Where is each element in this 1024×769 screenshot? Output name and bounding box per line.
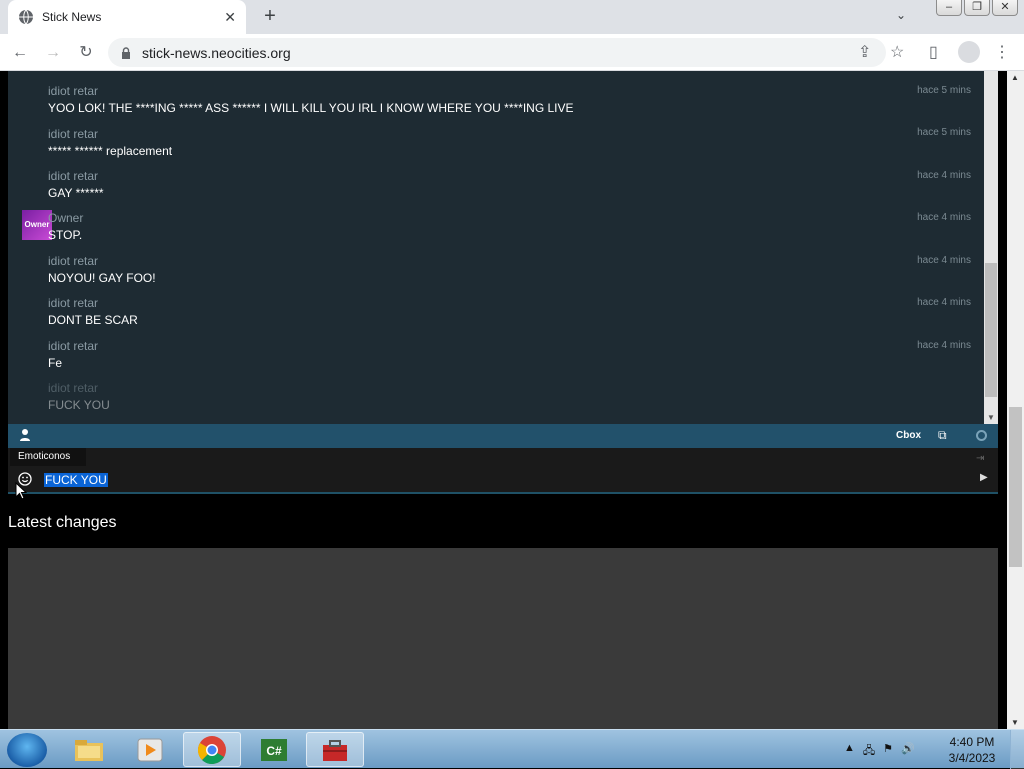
latest-changes-panel: [8, 548, 998, 729]
chat-message: Owner STOP.: [48, 211, 83, 242]
forward-arrow-icon[interactable]: →: [41, 41, 65, 65]
message-text: GAY ******: [48, 186, 104, 200]
browser-toolbar: ← → ↻ stick-news.neocities.org ⇪ ☆ ▯ ⋮: [0, 34, 1024, 71]
message-text: ***** ****** replacement: [48, 144, 173, 158]
window-controls: – ❐ ✕: [936, 0, 1018, 16]
message-time: hace 4 mins: [917, 170, 971, 181]
message-user: idiot retar: [48, 254, 99, 268]
chat-messages-panel[interactable]: idiot retar YOO LOK! THE ****ING ***** A…: [8, 71, 998, 424]
message-time: hace 4 mins: [917, 340, 971, 351]
message-user: idiot retar: [48, 339, 99, 353]
restore-button[interactable]: ❐: [964, 0, 990, 16]
reload-icon[interactable]: ↻: [74, 41, 98, 65]
chrome-taskbar-icon[interactable]: [183, 732, 241, 767]
page-scrollbar[interactable]: ▲ ▼: [1007, 71, 1024, 729]
url-text: stick-news.neocities.org: [142, 44, 291, 61]
popout-icon[interactable]: ⧉: [938, 428, 947, 443]
message-text: YOO LOK! THE ****ING ***** ASS ****** I …: [48, 101, 574, 115]
tab-close-icon[interactable]: ✕: [224, 9, 236, 26]
close-window-button[interactable]: ✕: [992, 0, 1018, 16]
windows-taskbar: C# ▲ 🖧 ⚑ 🔊 4:40 PM 3/4/2023: [0, 729, 1024, 769]
chat-scrollbar[interactable]: ▼: [984, 71, 998, 424]
message-time: hace 4 mins: [917, 255, 971, 266]
chat-message: idiot retar Fe: [48, 339, 98, 370]
new-tab-button[interactable]: +: [258, 5, 282, 29]
menu-dots-icon[interactable]: ⋮: [994, 42, 1010, 62]
chat-scroll-thumb[interactable]: [985, 263, 997, 397]
chat-message: idiot retar YOO LOK! THE ****ING ***** A…: [48, 84, 574, 115]
message-input[interactable]: FUCK YOU: [44, 473, 108, 487]
tray-expand-icon[interactable]: ▲: [844, 742, 855, 761]
network-icon[interactable]: 🖧: [863, 742, 875, 761]
globe-icon: [19, 9, 33, 25]
chat-message: idiot retar GAY ******: [48, 169, 104, 200]
scroll-down-arrow-icon[interactable]: ▼: [987, 413, 995, 422]
browser-tab[interactable]: Stick News ✕: [8, 0, 246, 34]
message-text: STOP.: [48, 228, 83, 242]
tab-title: Stick News: [42, 10, 102, 24]
browser-titlebar: Stick News ✕ + ⌄ – ❐ ✕: [0, 0, 1024, 34]
tab-search-chevron-icon[interactable]: ⌄: [896, 8, 906, 22]
back-arrow-icon[interactable]: ←: [8, 41, 32, 65]
send-arrow-icon[interactable]: ▶: [980, 472, 988, 483]
chat-message-pending: idiot retar FUCK YOU: [48, 381, 110, 412]
message-text: DONT BE SCAR: [48, 313, 138, 327]
message-user: idiot retar: [48, 84, 99, 98]
user-icon[interactable]: [20, 429, 30, 441]
mouse-cursor-icon: [15, 482, 27, 500]
message-time: hace 4 mins: [917, 297, 971, 308]
scroll-up-arrow-icon[interactable]: ▲: [1011, 73, 1019, 82]
volume-icon[interactable]: 🔊: [901, 742, 915, 761]
message-text: NOYOU! GAY FOO!: [48, 271, 156, 285]
media-player-taskbar-icon[interactable]: [121, 732, 179, 767]
bookmark-star-icon[interactable]: ☆: [890, 42, 904, 62]
explorer-taskbar-icon[interactable]: [60, 732, 118, 767]
lock-icon: [122, 46, 130, 59]
message-user: idiot retar: [48, 296, 99, 310]
sidepanel-icon[interactable]: ▯: [929, 42, 938, 62]
address-bar[interactable]: stick-news.neocities.org: [108, 38, 886, 67]
profile-avatar-icon[interactable]: [958, 41, 980, 63]
message-text: FUCK YOU: [48, 398, 110, 412]
chat-message: idiot retar DONT BE SCAR: [48, 296, 138, 327]
clock-time: 4:40 PM: [949, 735, 995, 749]
share-icon[interactable]: ⇪: [858, 42, 871, 62]
svg-text:C#: C#: [266, 744, 282, 758]
message-user: idiot retar: [48, 169, 99, 183]
taskbar-clock[interactable]: 4:40 PM 3/4/2023: [947, 734, 997, 766]
toolbox-taskbar-icon[interactable]: [306, 732, 364, 767]
latest-changes-heading: Latest changes: [8, 514, 117, 531]
message-user: idiot retar: [48, 127, 99, 141]
chat-message: idiot retar NOYOU! GAY FOO!: [48, 254, 156, 285]
message-text: Fe: [48, 356, 63, 370]
message-time: hace 5 mins: [917, 127, 971, 138]
start-button[interactable]: [7, 733, 47, 767]
csharp-taskbar-icon[interactable]: C#: [245, 732, 303, 767]
page-scroll-thumb[interactable]: [1009, 407, 1022, 567]
action-center-icon[interactable]: ⚑: [883, 742, 893, 761]
show-desktop-button[interactable]: [1010, 730, 1024, 769]
message-time: hace 4 mins: [917, 212, 971, 223]
page-viewport: idiot retar YOO LOK! THE ****ING ***** A…: [0, 71, 1007, 729]
message-time: hace 5 mins: [917, 85, 971, 96]
cbox-link[interactable]: Cbox: [896, 430, 921, 441]
scroll-down-arrow-icon[interactable]: ▼: [1011, 718, 1019, 727]
chat-message: idiot retar ***** ****** replacement: [48, 127, 172, 158]
refresh-circle-icon[interactable]: [976, 430, 987, 441]
chat-input-area: etar Emoticonos ⇥ FUCK YOU ▶: [8, 448, 998, 494]
minimize-button[interactable]: –: [936, 0, 962, 16]
login-icon[interactable]: ⇥: [976, 453, 984, 464]
message-user: Owner: [48, 211, 84, 225]
chat-toolbar: Cbox ⧉: [8, 424, 998, 448]
emoticons-tooltip: Emoticonos: [10, 448, 86, 466]
system-tray: ▲ 🖧 ⚑ 🔊: [844, 742, 915, 761]
message-user: idiot retar: [48, 381, 99, 395]
clock-date: 3/4/2023: [948, 751, 996, 765]
